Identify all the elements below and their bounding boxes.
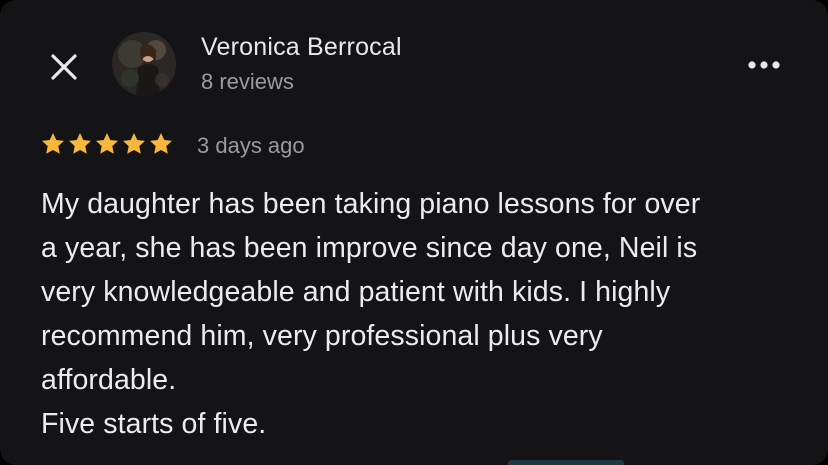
- star-icon: [40, 131, 66, 157]
- review-text-line: My daughter has been taking piano lesson…: [41, 188, 701, 220]
- review-text-line: Five starts of five.: [41, 408, 267, 440]
- close-button[interactable]: [44, 47, 84, 87]
- star-icon: [67, 131, 93, 157]
- review-date: 3 days ago: [197, 133, 305, 158]
- close-icon: [51, 54, 77, 80]
- star-icon: [148, 131, 174, 157]
- review-text-line: a year, she has been improve since day o…: [41, 232, 698, 264]
- avatar[interactable]: [112, 32, 176, 96]
- reviewer-name[interactable]: Veronica Berrocal: [201, 33, 402, 62]
- review-text-line: very knowledgeable and patient with kids…: [41, 276, 671, 308]
- star-icon: [94, 131, 120, 157]
- more-options-button[interactable]: [744, 52, 784, 78]
- more-horizontal-icon: [748, 61, 780, 69]
- review-card: Veronica Berrocal 8 reviews 3 days ago M…: [0, 0, 828, 465]
- review-text-line: recommend him, very professional plus ve…: [41, 320, 603, 352]
- review-count[interactable]: 8 reviews: [201, 69, 294, 95]
- avatar-photo: [112, 32, 176, 96]
- star-icon: [121, 131, 147, 157]
- review-text-line: affordable.: [41, 364, 177, 396]
- review-text: My daughter has been taking piano lesson…: [41, 182, 811, 446]
- next-item-peek: [508, 460, 624, 465]
- star-rating: [40, 131, 174, 157]
